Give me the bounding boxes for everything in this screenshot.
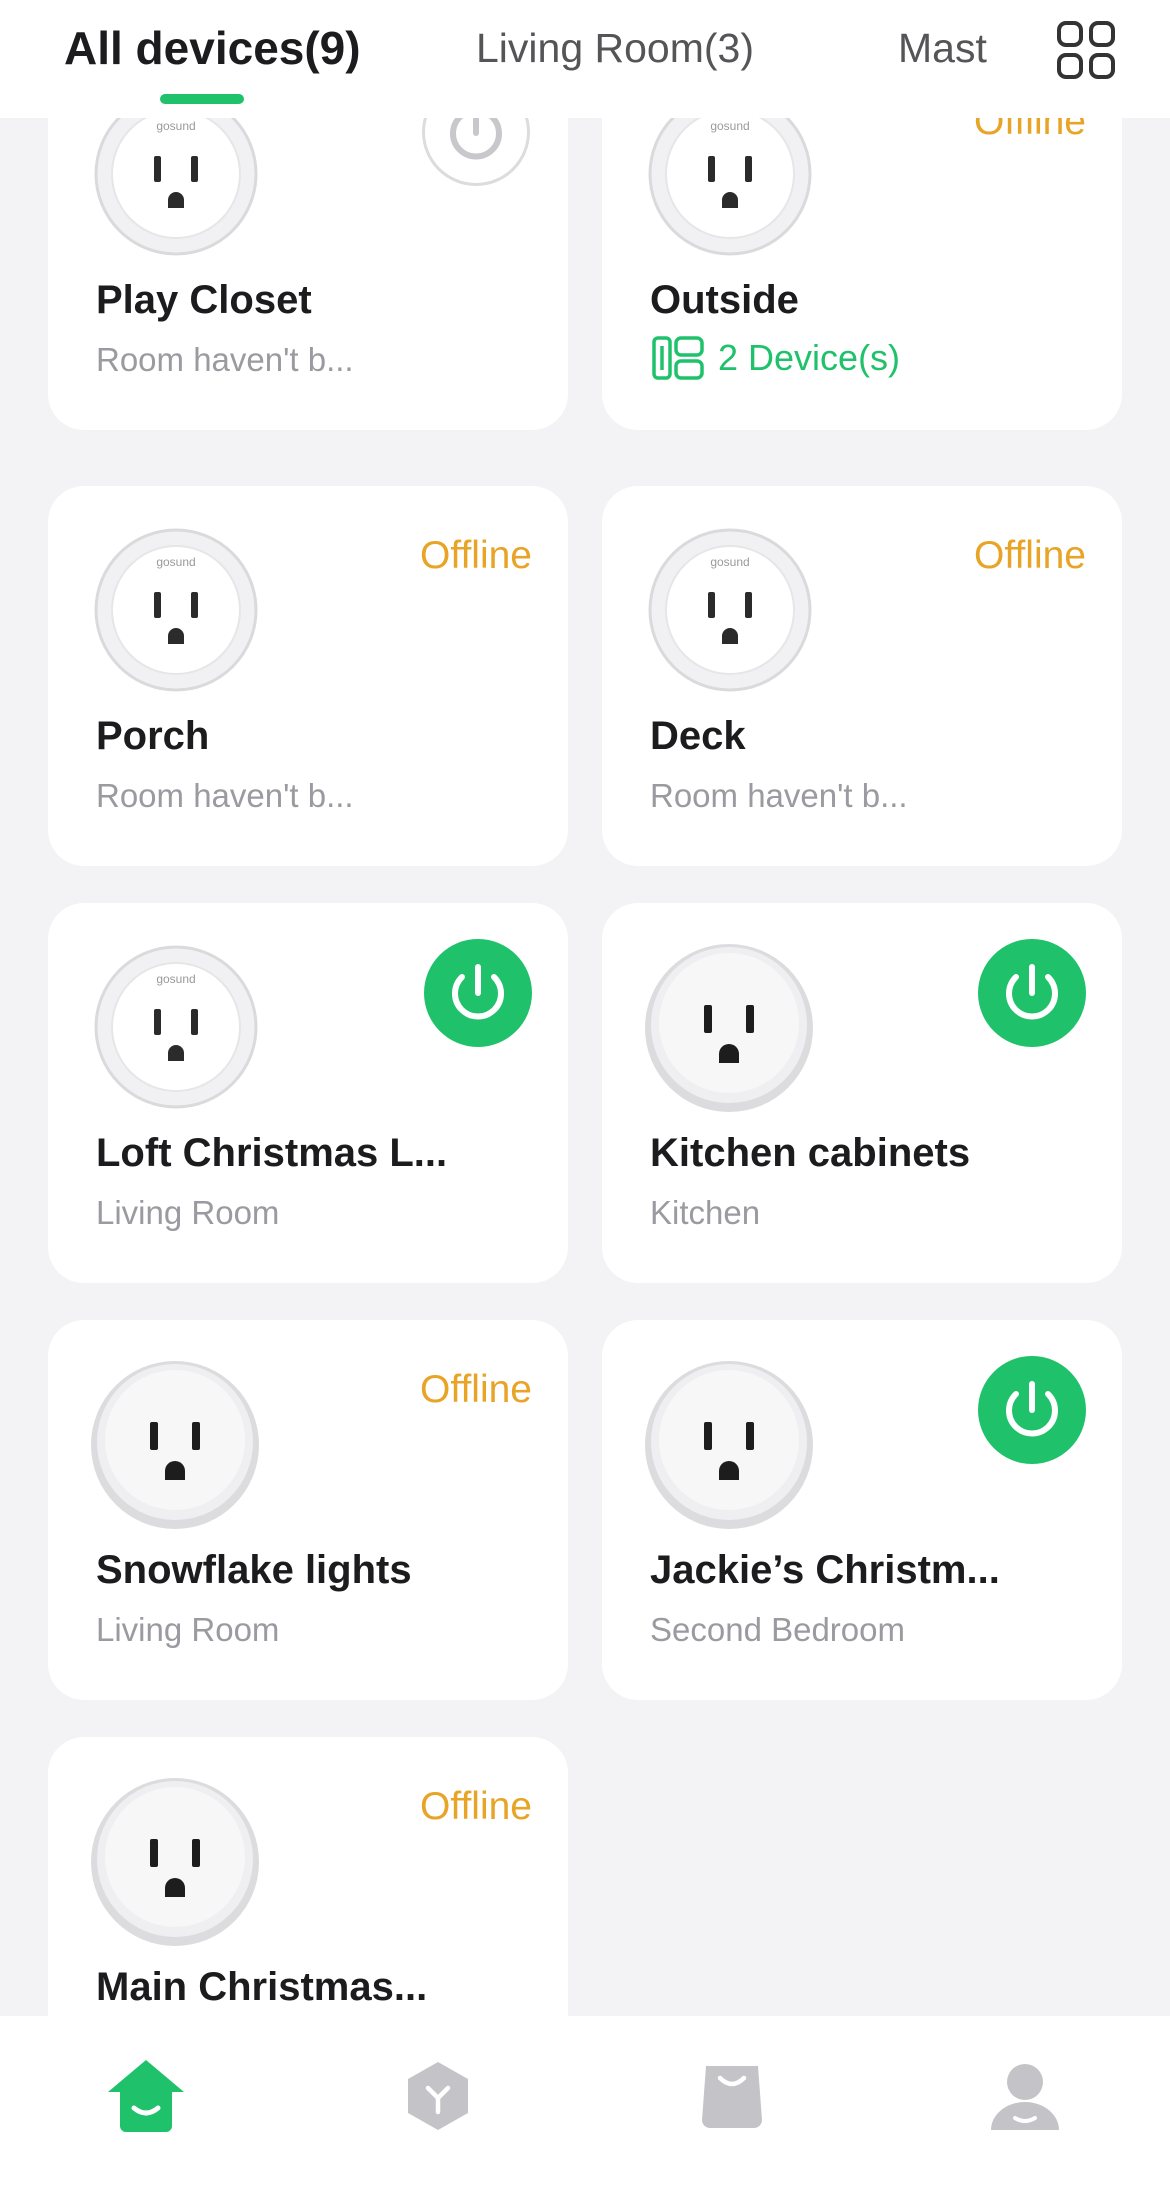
smart-plug-icon xyxy=(91,1361,259,1529)
offline-status: Offline xyxy=(419,1368,532,1411)
device-group-icon xyxy=(652,336,704,380)
device-group-info: 2 Device(s) xyxy=(652,334,900,382)
device-name: Kitchen cabinets xyxy=(650,1131,971,1175)
gosund-plug-icon: gosund xyxy=(94,528,258,692)
device-name: Outside xyxy=(650,278,799,322)
svg-text:gosund: gosund xyxy=(156,972,195,986)
scene-icon xyxy=(408,2062,468,2130)
device-name: Snowflake lights xyxy=(96,1548,412,1592)
device-card[interactable]: Kitchen cabinets Kitchen xyxy=(602,903,1122,1283)
device-card[interactable]: gosund Play Closet Room haven't b... xyxy=(48,118,568,430)
offline-status: Offline xyxy=(419,534,532,577)
device-card[interactable]: Jackie’s Christm... Second Bedroom xyxy=(602,1320,1122,1700)
home-icon xyxy=(108,2060,184,2132)
device-room: Room haven't b... xyxy=(96,777,354,814)
device-room: Room haven't b... xyxy=(96,341,354,378)
offline-status: Offline xyxy=(419,1785,532,1828)
device-count: 2 Device(s) xyxy=(718,337,901,378)
top-tab-bar: All devices(9) Living Room(3) Mast xyxy=(0,0,1170,118)
power-toggle-button[interactable] xyxy=(424,939,532,1047)
shop-icon xyxy=(702,2066,762,2128)
tab-all-devices[interactable]: All devices(9) xyxy=(64,20,361,76)
nav-profile[interactable] xyxy=(985,2056,1065,2136)
power-toggle-button[interactable] xyxy=(978,939,1086,1047)
device-card[interactable]: gosund Loft Christmas L... Living Room xyxy=(48,903,568,1283)
svg-text:gosund: gosund xyxy=(156,555,195,569)
device-card[interactable]: gosund Offline Outside 2 Device(s) xyxy=(602,118,1122,430)
device-room: Living Room xyxy=(96,1194,280,1231)
nav-home[interactable] xyxy=(106,2056,186,2136)
nav-shop[interactable] xyxy=(692,2056,772,2136)
device-name: Jackie’s Christm... xyxy=(650,1548,1000,1592)
gosund-plug-icon: gosund xyxy=(648,528,812,692)
power-icon xyxy=(452,964,504,1020)
svg-text:gosund: gosund xyxy=(710,555,749,569)
smart-plug-icon xyxy=(645,944,813,1112)
smart-plug-icon xyxy=(645,1361,813,1529)
device-card[interactable]: gosund Offline Deck Room haven't b... xyxy=(602,486,1122,866)
gosund-plug-icon: gosund xyxy=(94,118,258,256)
power-toggle-button[interactable] xyxy=(422,118,530,186)
grid-view-button[interactable] xyxy=(1056,20,1116,80)
gosund-plug-icon: gosund xyxy=(648,118,812,256)
device-card[interactable]: Offline Snowflake lights Living Room xyxy=(48,1320,568,1700)
offline-status: Offline xyxy=(973,118,1086,143)
tab-living-room[interactable]: Living Room(3) xyxy=(476,20,754,76)
power-icon xyxy=(1006,964,1058,1020)
profile-icon xyxy=(991,2064,1059,2130)
device-room: Second Bedroom xyxy=(650,1611,905,1648)
svg-text:gosund: gosund xyxy=(710,119,749,133)
bottom-navigation xyxy=(0,2016,1170,2207)
device-room: Living Room xyxy=(96,1611,280,1648)
tab-master-room[interactable]: Mast xyxy=(898,20,987,76)
offline-status: Offline xyxy=(973,534,1086,577)
device-grid: gosund Play Closet Room haven't b... gos… xyxy=(0,118,1170,2016)
device-name: Main Christmas... xyxy=(96,1965,428,2009)
nav-scene[interactable] xyxy=(398,2056,478,2136)
gosund-plug-icon: gosund xyxy=(94,945,258,1109)
device-card[interactable]: gosund Offline Porch Room haven't b... xyxy=(48,486,568,866)
device-room: Room haven't b... xyxy=(650,777,908,814)
device-name: Loft Christmas L... xyxy=(96,1131,448,1175)
power-toggle-button[interactable] xyxy=(978,1356,1086,1464)
svg-text:gosund: gosund xyxy=(156,119,195,133)
device-name: Porch xyxy=(96,714,210,758)
active-tab-indicator xyxy=(160,94,244,104)
grid-icon xyxy=(1057,21,1115,79)
device-card[interactable]: Offline Main Christmas... xyxy=(48,1737,568,2016)
smart-plug-icon xyxy=(91,1778,259,1946)
device-room: Kitchen xyxy=(650,1194,761,1231)
device-name: Play Closet xyxy=(96,278,312,322)
power-icon xyxy=(1006,1381,1058,1437)
device-name: Deck xyxy=(650,714,746,758)
power-icon xyxy=(450,118,502,160)
